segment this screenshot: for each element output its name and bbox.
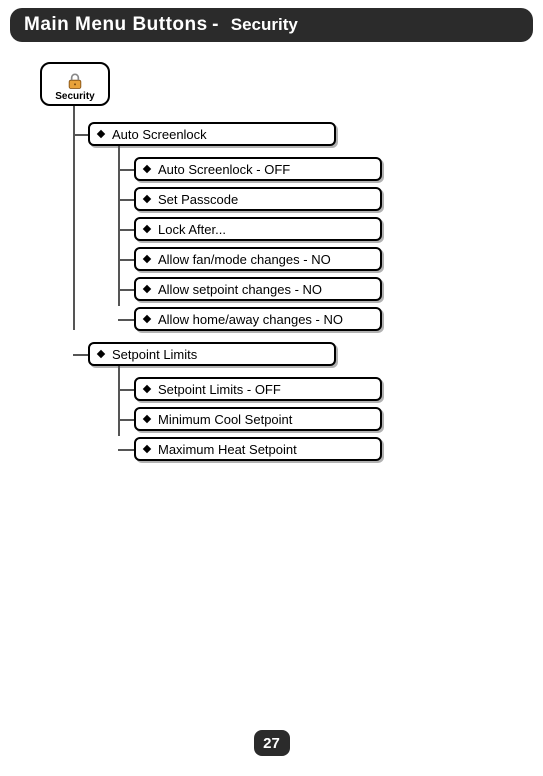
connector (118, 366, 120, 436)
bullet-icon (143, 255, 151, 263)
connector (73, 354, 88, 356)
connector (73, 106, 75, 330)
page-number: 27 (254, 730, 290, 756)
connector (118, 449, 134, 451)
bullet-icon (143, 225, 151, 233)
connector (118, 169, 134, 171)
connector (118, 419, 134, 421)
bullet-icon (143, 195, 151, 203)
header-separator: - (212, 14, 225, 35)
bullet-icon (143, 315, 151, 323)
root-label: Security (55, 91, 94, 102)
menu-allow-fan-mode[interactable]: Allow fan/mode changes - NO (134, 247, 382, 271)
bullet-icon (143, 165, 151, 173)
menu-label: Allow fan/mode changes - NO (158, 252, 331, 267)
menu-auto-screenlock[interactable]: Auto Screenlock (88, 122, 336, 146)
header-title: Main Menu Buttons (24, 14, 208, 35)
connector (73, 134, 88, 136)
menu-allow-setpoint[interactable]: Allow setpoint changes - NO (134, 277, 382, 301)
connector (118, 229, 134, 231)
menu-label: Allow home/away changes - NO (158, 312, 343, 327)
header-subtitle: Security (231, 15, 298, 34)
menu-label: Set Passcode (158, 192, 238, 207)
menu-label: Auto Screenlock (112, 127, 207, 142)
connector (118, 199, 134, 201)
menu-allow-home-away[interactable]: Allow home/away changes - NO (134, 307, 382, 331)
menu-setpoint-limits[interactable]: Setpoint Limits (88, 342, 336, 366)
bullet-icon (143, 445, 151, 453)
bullet-icon (143, 285, 151, 293)
bullet-icon (143, 385, 151, 393)
menu-setpoint-limits-off[interactable]: Setpoint Limits - OFF (134, 377, 382, 401)
menu-set-passcode[interactable]: Set Passcode (134, 187, 382, 211)
menu-label: Maximum Heat Setpoint (158, 442, 297, 457)
menu-label: Allow setpoint changes - NO (158, 282, 322, 297)
menu-label: Auto Screenlock - OFF (158, 162, 290, 177)
menu-max-heat-setpoint[interactable]: Maximum Heat Setpoint (134, 437, 382, 461)
bullet-icon (97, 350, 105, 358)
root-security-box: Security (40, 62, 110, 106)
connector (118, 389, 134, 391)
menu-label: Minimum Cool Setpoint (158, 412, 292, 427)
connector (118, 289, 134, 291)
menu-label: Setpoint Limits (112, 347, 197, 362)
menu-lock-after[interactable]: Lock After... (134, 217, 382, 241)
menu-tree: Security Auto Screenlock Auto Screenlock… (40, 62, 543, 106)
bullet-icon (143, 415, 151, 423)
menu-auto-screenlock-off[interactable]: Auto Screenlock - OFF (134, 157, 382, 181)
connector (118, 319, 134, 321)
menu-label: Setpoint Limits - OFF (158, 382, 281, 397)
menu-min-cool-setpoint[interactable]: Minimum Cool Setpoint (134, 407, 382, 431)
lock-icon (65, 71, 85, 91)
header-bar: Main Menu Buttons - Security (10, 8, 533, 42)
menu-label: Lock After... (158, 222, 226, 237)
bullet-icon (97, 130, 105, 138)
connector (118, 259, 134, 261)
